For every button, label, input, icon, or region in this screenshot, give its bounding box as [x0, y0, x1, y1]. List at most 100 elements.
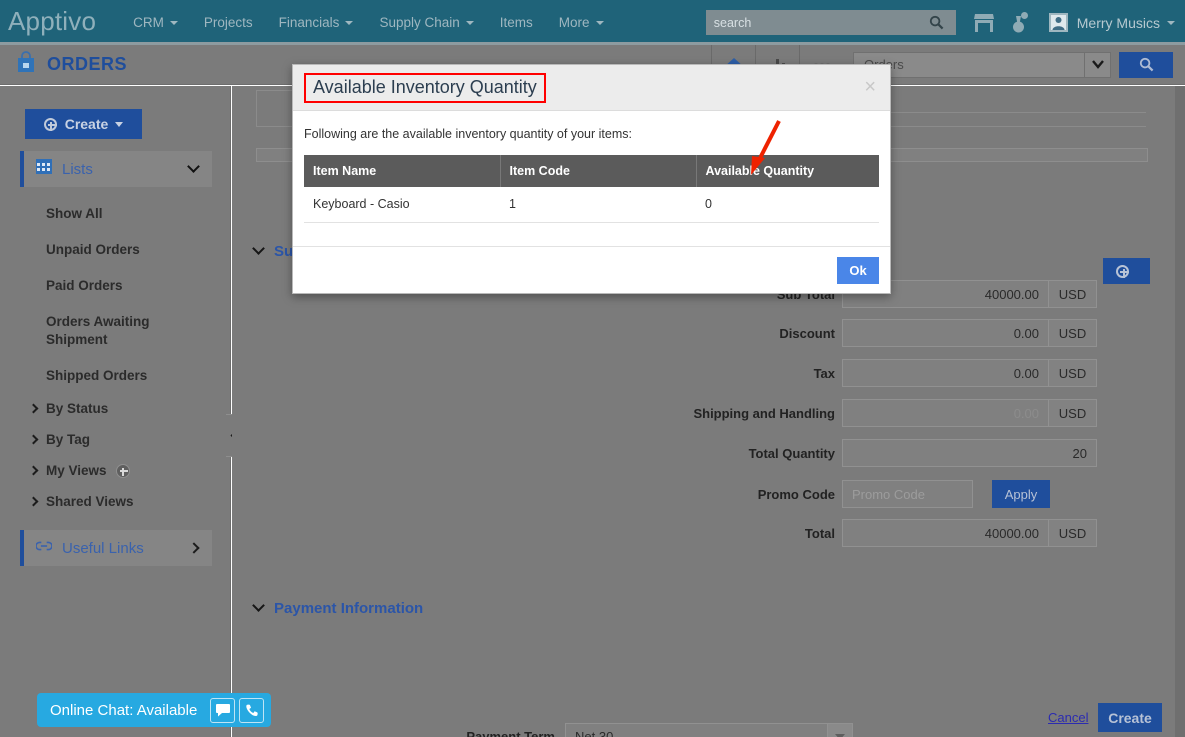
top-navigation-bar: Apptivo CRM Projects Financials Supply C…: [0, 0, 1185, 45]
avatar[interactable]: [1048, 13, 1068, 32]
table-row: Keyboard - Casio 1 0: [304, 187, 879, 223]
summary-section-header[interactable]: Su: [252, 242, 293, 260]
top-nav-right: Merry Musics: [705, 10, 1185, 35]
row-label: Total: [804, 525, 835, 541]
sidebar-item-label: By Status: [46, 401, 109, 416]
currency-label: USD: [1049, 319, 1097, 347]
add-line-item-button[interactable]: [1103, 258, 1150, 284]
sidebar-item-by-tag[interactable]: By Tag: [28, 432, 230, 447]
sidebar-item-by-status[interactable]: By Status: [28, 401, 230, 416]
nav-item-financials[interactable]: Financials: [266, 2, 367, 44]
notification-icon-button[interactable]: [1012, 12, 1029, 33]
sidebar-item-label: Shared Views: [46, 494, 134, 509]
inventory-table: Item Name Item Code Available Quantity K…: [304, 155, 879, 223]
nav-item-projects[interactable]: Projects: [191, 2, 266, 44]
nav-label: Projects: [203, 15, 253, 30]
total-row-shipping-and-handling: Shipping and Handling 0.00 USD: [635, 399, 1097, 427]
row-label: Discount: [779, 325, 835, 341]
create-button[interactable]: Create: [25, 109, 142, 139]
total-value: 40000.00: [842, 519, 1049, 547]
vertical-scrollbar[interactable]: [1175, 86, 1185, 737]
search-icon: [930, 15, 944, 30]
nav-label: Financials: [278, 15, 340, 30]
sidebar-item-label: By Tag: [46, 432, 91, 447]
sidebar-item-my-views[interactable]: My Views: [28, 463, 230, 478]
dialog-footer: Ok: [293, 246, 890, 293]
ok-button[interactable]: Ok: [837, 256, 879, 284]
nav-item-items[interactable]: Items: [487, 2, 546, 44]
total-quantity-value: 20: [842, 439, 1097, 467]
apptivo-logo[interactable]: Apptivo: [8, 6, 96, 37]
sidebar-item-useful-links[interactable]: Useful Links: [20, 530, 212, 566]
store-icon-button[interactable]: [973, 13, 995, 33]
notification-icon: [1012, 12, 1028, 33]
sidebar-item-unpaid-orders[interactable]: Unpaid Orders: [46, 241, 196, 259]
logo-text: Apptivo: [8, 6, 97, 36]
apply-promo-button[interactable]: Apply: [992, 480, 1050, 508]
dialog-body: Following are the available inventory qu…: [293, 111, 890, 223]
payment-term-value: Net 30: [575, 729, 614, 737]
view-select[interactable]: Orders: [853, 51, 1111, 78]
payment-term-row: Payment Term Net 30: [400, 723, 853, 737]
payment-term-label: Payment Term: [466, 729, 555, 737]
chat-bubble-icon[interactable]: [210, 697, 236, 723]
chevron-down-icon: [252, 599, 265, 612]
currency-label: USD: [1049, 280, 1097, 308]
online-chat-label: Online Chat: Available: [50, 701, 198, 719]
create-order-button[interactable]: Create: [1098, 703, 1162, 732]
chevron-down-icon: [252, 242, 265, 255]
column-header-item-code: Item Code: [500, 155, 697, 187]
cell-item-name: Keyboard - Casio: [304, 187, 500, 223]
sidebar-item-show-all[interactable]: Show All: [46, 205, 196, 223]
chevron-down-icon[interactable]: [827, 724, 852, 737]
chevron-down-icon[interactable]: [1167, 20, 1175, 25]
phone-icon[interactable]: [239, 697, 265, 723]
chevron-right-icon[interactable]: [188, 542, 200, 554]
sidebar-item-orders-awaiting-shipment[interactable]: Orders Awaiting Shipment: [46, 313, 196, 349]
global-search-input[interactable]: [705, 10, 918, 35]
online-chat-bar[interactable]: Online Chat: Available: [37, 693, 272, 727]
user-avatar-icon: [1048, 13, 1068, 32]
cell-item-code: 1: [500, 187, 696, 223]
chevron-right-icon: [28, 434, 39, 445]
sidebar: Create Lists Show All Unpaid Orders Paid…: [0, 86, 231, 737]
sidebar-section-lists[interactable]: Lists: [20, 151, 212, 187]
sidebar-item-useful-links-label: Useful Links: [62, 539, 144, 557]
chevron-right-icon: [28, 496, 39, 507]
nav-label: More: [558, 15, 590, 30]
nav-item-more[interactable]: More: [546, 2, 617, 44]
total-row-total-quantity: Total Quantity 20: [635, 439, 1097, 467]
plus-circle-icon: [1116, 264, 1129, 278]
shipping-handling-value[interactable]: 0.00: [842, 399, 1049, 427]
chevron-down-icon: [169, 20, 178, 25]
tax-value[interactable]: 0.00: [842, 359, 1049, 387]
promo-code-input[interactable]: Promo Code: [842, 480, 973, 508]
chevron-down-icon: [345, 20, 354, 25]
close-icon[interactable]: ×: [864, 77, 876, 97]
dialog-title: Available Inventory Quantity: [313, 76, 537, 97]
chevron-down-icon: [465, 20, 474, 25]
user-menu-label[interactable]: Merry Musics: [1077, 15, 1160, 31]
add-view-icon[interactable]: [115, 463, 130, 478]
nav-item-crm[interactable]: CRM: [120, 2, 191, 44]
sidebar-item-paid-orders[interactable]: Paid Orders: [46, 277, 196, 295]
cancel-link[interactable]: Cancel: [1048, 710, 1088, 725]
payment-term-select[interactable]: Net 30: [565, 723, 853, 737]
nav-label: CRM: [133, 15, 164, 30]
total-row-total: Total 40000.00 USD: [635, 519, 1097, 547]
header-search-button[interactable]: [1119, 51, 1173, 78]
chevron-down-icon[interactable]: [1084, 52, 1110, 77]
global-search-button[interactable]: [917, 10, 956, 35]
nav-item-supply-chain[interactable]: Supply Chain: [366, 2, 486, 44]
sidebar-section-lists-label: Lists: [62, 160, 93, 178]
row-label: Shipping and Handling: [693, 405, 835, 421]
sidebar-item-shipped-orders[interactable]: Shipped Orders: [46, 367, 196, 385]
nav-label: Supply Chain: [379, 15, 460, 30]
shopping-bag-icon: [16, 51, 36, 78]
plus-circle-icon: [43, 117, 57, 131]
payment-information-section-header[interactable]: Payment Information: [252, 599, 423, 617]
chevron-down-icon[interactable]: [187, 159, 200, 173]
link-icon: [35, 539, 53, 558]
discount-value[interactable]: 0.00: [842, 319, 1049, 347]
sidebar-item-shared-views[interactable]: Shared Views: [28, 494, 230, 509]
